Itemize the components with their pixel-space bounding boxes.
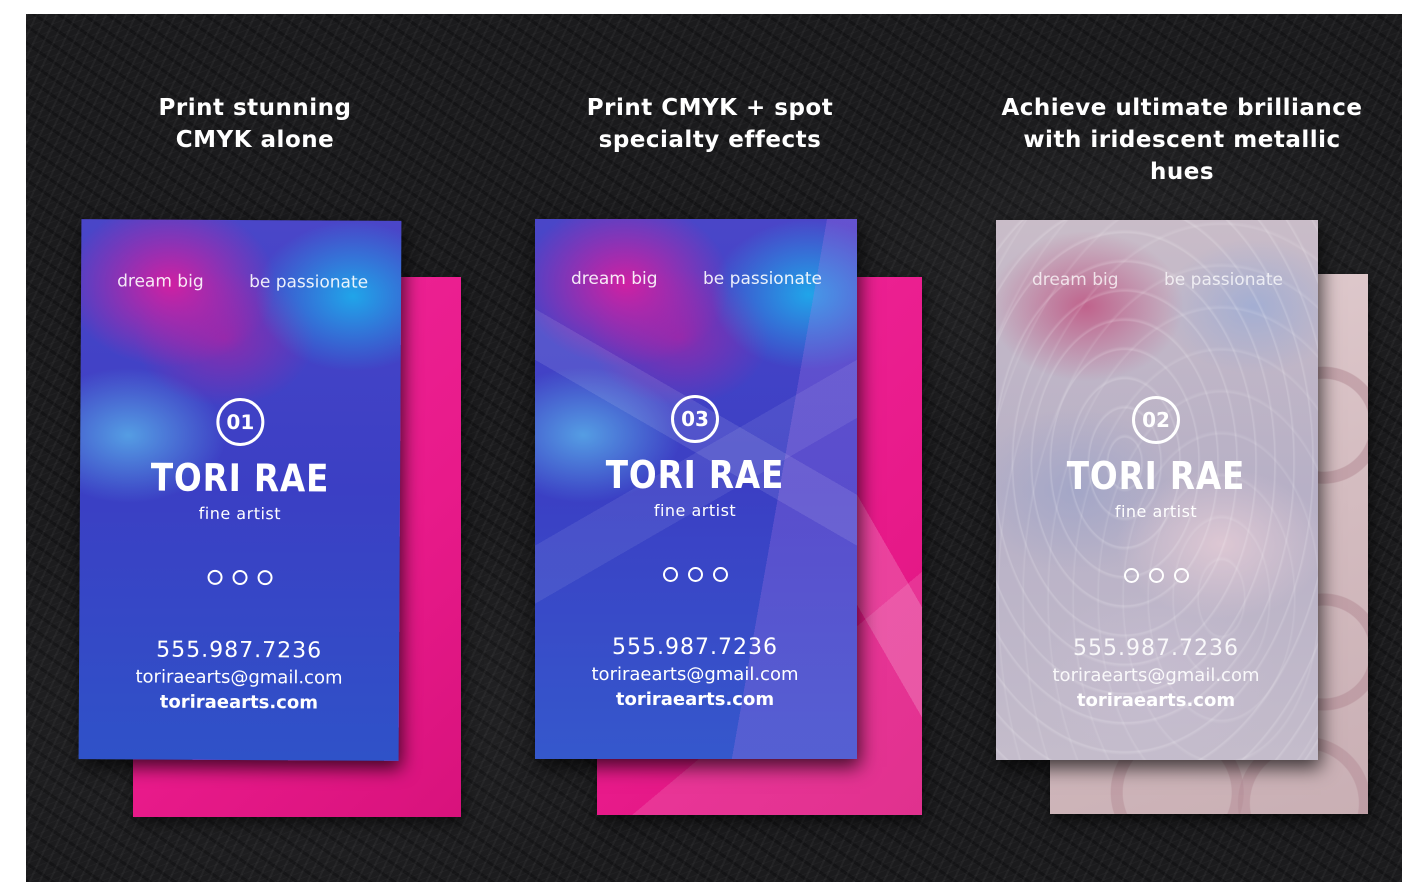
circle-icon bbox=[662, 567, 678, 582]
card-email: toriraearts@gmail.com bbox=[591, 664, 799, 685]
card-email: toriraearts@gmail.com bbox=[1052, 665, 1260, 686]
circle-icon bbox=[1173, 568, 1189, 583]
card-website: toriraearts.com bbox=[1076, 690, 1236, 711]
dot-row bbox=[996, 568, 1316, 583]
tagline-be-passionate: be passionate bbox=[703, 269, 823, 289]
photo-background: Print stunning CMYK alone Print CMYK + s… bbox=[26, 14, 1402, 882]
circle-icon bbox=[207, 569, 223, 585]
number-badge: 02 bbox=[1132, 396, 1180, 444]
tagline-be-passionate: be passionate bbox=[1164, 270, 1284, 290]
tagline-dream-big: dream big bbox=[571, 269, 658, 289]
tagline-dream-big: dream big bbox=[1032, 270, 1119, 290]
card-name: TORI RAE bbox=[150, 455, 330, 501]
number-badge: 01 bbox=[216, 397, 265, 447]
card-phone: 555.987.7236 bbox=[156, 637, 323, 664]
business-card-cmyk: dream big be passionate 01 TORI RAE fine… bbox=[78, 219, 402, 761]
caption-cmyk: Print stunning CMYK alone bbox=[120, 92, 390, 156]
tagline-dream-big: dream big bbox=[117, 271, 204, 292]
circle-icon bbox=[712, 567, 728, 582]
card-name: TORI RAE bbox=[1066, 454, 1246, 498]
caption-line: CMYK alone bbox=[175, 127, 335, 153]
card-phone: 555.987.7236 bbox=[1073, 636, 1239, 661]
circle-icon bbox=[257, 570, 273, 586]
number-badge: 03 bbox=[671, 395, 719, 443]
card-title: fine artist bbox=[653, 501, 737, 520]
circle-icon bbox=[1123, 568, 1139, 583]
circle-icon bbox=[687, 567, 703, 582]
circle-icon bbox=[232, 569, 248, 586]
tagline-be-passionate: be passionate bbox=[249, 272, 369, 293]
caption-line: Print stunning bbox=[158, 95, 352, 121]
card-title: fine artist bbox=[1114, 502, 1198, 521]
circle-icon bbox=[1148, 568, 1164, 583]
card-website: toriraearts.com bbox=[615, 689, 775, 710]
dot-row bbox=[535, 567, 855, 582]
card-phone: 555.987.7236 bbox=[612, 635, 778, 660]
card-website: toriraearts.com bbox=[159, 691, 319, 714]
card-name: TORI RAE bbox=[605, 453, 785, 497]
business-card-spot: dream big be passionate 03 TORI RAE fine… bbox=[535, 219, 857, 759]
caption-line: specialty effects bbox=[598, 127, 822, 153]
dot-row bbox=[80, 569, 400, 586]
caption-line: Achieve ultimate brilliance bbox=[1001, 95, 1363, 121]
caption-metallic: Achieve ultimate brilliance with iridesc… bbox=[992, 92, 1372, 188]
caption-spot: Print CMYK + spot specialty effects bbox=[560, 92, 860, 156]
card-title: fine artist bbox=[198, 503, 282, 524]
business-card-metallic: dream big be passionate 02 TORI RAE fine… bbox=[996, 220, 1318, 760]
card-email: toriraearts@gmail.com bbox=[135, 666, 343, 689]
caption-line: Print CMYK + spot bbox=[586, 95, 834, 121]
caption-line: with iridescent metallic hues bbox=[1023, 127, 1341, 185]
